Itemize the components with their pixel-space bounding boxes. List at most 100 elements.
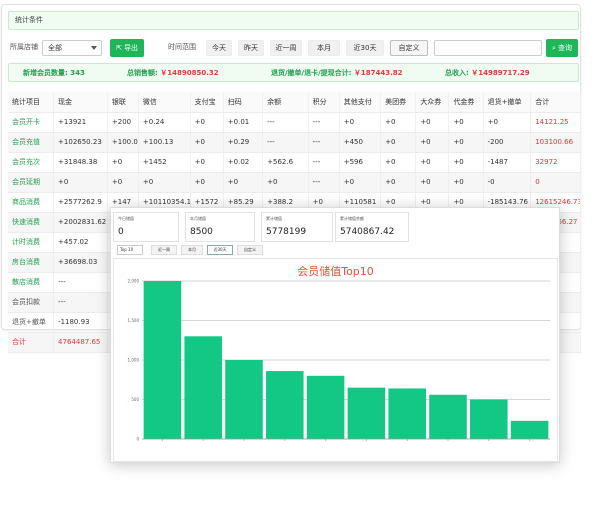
store-label: 所属店铺 (10, 43, 38, 51)
table-cell: --- (308, 132, 340, 153)
y-tick-label: 500 (131, 397, 139, 402)
table-cell: --- (262, 132, 309, 153)
stat-label: 累计储值余额 (340, 216, 364, 221)
range-week-button[interactable]: 近一周 (270, 40, 302, 56)
table-cell: +0 (262, 172, 309, 193)
table-cell: +0 (380, 172, 417, 193)
total-sales-value: ￥14890850.32 (160, 69, 219, 77)
table-cell: +100.13 (138, 132, 191, 153)
filter-title: 统计条件 (8, 11, 579, 30)
table-cell: +0 (448, 172, 484, 193)
table-row: 会员开卡 +13921 +200 +0.24 +0 +0.01 --- --- +0 +0 +0 +0… (8, 112, 581, 133)
bar (225, 360, 263, 439)
column-header: 现金 (53, 92, 108, 113)
refund-stat: 退货/撤单/退卡/提现合计: ￥187443.82 (271, 68, 403, 78)
column-header: 支付宝 (190, 92, 224, 113)
table-cell: +0.02 (223, 152, 264, 173)
table-cell: 14121.25 (530, 112, 581, 133)
total-sales-stat: 总销售额: ￥14890850.32 (127, 68, 219, 78)
chart-range-30days-button[interactable]: 近30天 (207, 245, 233, 255)
table-cell: +0 (339, 112, 382, 133)
column-header: 微信 (138, 92, 191, 113)
row-label: 会员扣款 (8, 292, 55, 313)
stat-value: 5740867.42 (340, 227, 395, 237)
y-tick-label: 1,000 (128, 358, 140, 363)
table-cell: +0 (190, 112, 224, 133)
column-header: 银联 (107, 92, 139, 113)
time-range-label: 时间范围 (168, 43, 196, 51)
new-members-label: 新增会员数量: (23, 69, 68, 77)
stat-box-total: 累计储值 5778199 (261, 212, 333, 242)
table-cell: 0 (530, 172, 581, 193)
column-header: 美团券 (380, 92, 417, 113)
stat-box-today: 今日储值 0 (113, 212, 179, 242)
column-header: 代金券 (448, 92, 484, 113)
row-label: 合计 (8, 332, 55, 353)
column-header: 余额 (262, 92, 309, 113)
range-yesterday-button[interactable]: 昨天 (238, 40, 264, 56)
bar (143, 281, 182, 439)
chart-range-month-button[interactable]: 本月 (181, 245, 203, 255)
new-members-value: 343 (70, 69, 85, 77)
row-label: 计时消费 (8, 232, 55, 253)
table-cell: +450 (339, 132, 382, 153)
table-cell: +0 (190, 132, 224, 153)
store-select[interactable]: 全部 (42, 40, 102, 56)
table-cell: +596 (339, 152, 382, 173)
range-today-button[interactable]: 今天 (206, 40, 232, 56)
refund-value: ￥187443.82 (353, 69, 403, 77)
table-cell: +102650.23 (53, 132, 108, 153)
income-value: ￥14989717.29 (471, 69, 530, 77)
row-label: 退货+撤单 (8, 312, 55, 333)
y-tick-label: 2,000 (128, 279, 140, 284)
stat-value: 5778199 (266, 227, 307, 237)
table-cell: +0 (107, 172, 139, 193)
column-header: 退货+撤单 (483, 92, 532, 113)
top-n-select[interactable]: Top 10 (117, 245, 143, 255)
bar (470, 399, 508, 439)
range-30days-button[interactable]: 近30天 (346, 40, 384, 56)
table-cell: +0.24 (138, 112, 191, 133)
export-label: 导出 (123, 44, 138, 52)
range-custom-button[interactable]: 自定义 (390, 40, 428, 56)
stat-label: 累计储值 (266, 216, 282, 221)
stat-value: 0 (118, 227, 124, 237)
table-cell: +0 (415, 172, 450, 193)
table-cell: -1180.93 (53, 312, 108, 333)
row-label: 会员开卡 (8, 112, 55, 133)
bar (429, 394, 467, 439)
bar (184, 336, 222, 439)
export-button[interactable]: ⇱ 导出 (110, 39, 144, 57)
table-cell: +0 (380, 132, 417, 153)
row-label: 会员延期 (8, 172, 55, 193)
chart-area: 会员储值Top10 0 500 1,000 1,500 2,000 (113, 258, 558, 462)
query-button[interactable]: ⌕ 查询 (546, 39, 578, 57)
row-label: 散店消费 (8, 272, 55, 293)
chart-range-custom-button[interactable]: 自定义 (237, 245, 263, 255)
table-cell: +0 (415, 152, 450, 173)
table-cell: 32972 (530, 152, 581, 173)
table-cell: -0 (483, 172, 532, 193)
row-label: 会员充值 (8, 132, 55, 153)
table-cell: 103100.66 (530, 132, 581, 153)
row-label: 快速消费 (8, 212, 55, 233)
column-header: 其他支付 (339, 92, 382, 113)
table-cell: +0 (53, 172, 108, 193)
table-cell: +562.6 (262, 152, 309, 173)
table-cell: --- (308, 172, 340, 193)
table-cell: +0 (107, 152, 139, 173)
table-cell: +0 (415, 112, 450, 133)
table-cell: --- (53, 272, 108, 293)
search-input[interactable] (434, 40, 542, 56)
y-tick-label: 1,500 (128, 318, 140, 323)
table-cell: --- (53, 292, 108, 313)
range-month-button[interactable]: 本月 (308, 40, 340, 56)
chart-range-week-button[interactable]: 近一周 (151, 245, 177, 255)
table-cell: 4764487.65 (53, 332, 108, 353)
column-header: 合计 (530, 92, 581, 113)
table-cell: --- (308, 112, 340, 133)
query-label: 查询 (557, 44, 572, 52)
table-cell: +0.29 (223, 132, 264, 153)
table-row: 会员充值+102650.23+100.01+100.13+0+0.29-----… (8, 132, 581, 153)
table-cell: +457.02 (53, 232, 108, 253)
